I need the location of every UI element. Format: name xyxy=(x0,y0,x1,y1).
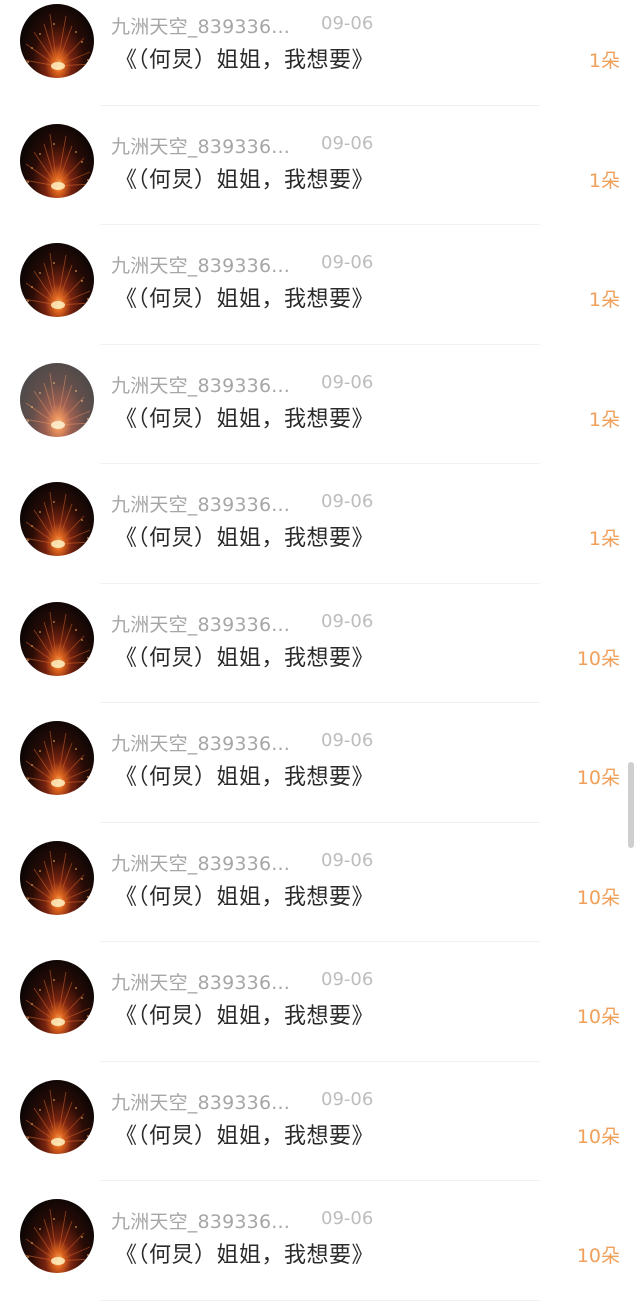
gift-title: 《（何炅）姐姐，我想要》 xyxy=(115,48,375,73)
flower-count: 1朵 xyxy=(588,169,620,192)
user-avatar[interactable] xyxy=(20,1199,94,1273)
flower-count: 1朵 xyxy=(588,50,620,72)
record-date: 09-06 xyxy=(321,371,374,393)
gift-title: 《（何炅）姐姐，我想要》 xyxy=(115,884,375,910)
user-avatar[interactable] xyxy=(20,482,94,556)
username[interactable]: 九洲天空_839336... xyxy=(111,1088,290,1115)
gift-record-item[interactable]: 九洲天空_839336... 09-06 《（何炅）姐姐，我想要》 10朵 xyxy=(0,823,640,942)
username[interactable]: 九洲天空_839336... xyxy=(111,12,290,39)
gift-title: 《（何炅）姐姐，我想要》 xyxy=(115,1243,375,1268)
flower-count: 10朵 xyxy=(576,647,620,670)
fireworks-icon xyxy=(23,491,93,548)
user-avatar[interactable] xyxy=(20,601,94,676)
username[interactable]: 九洲天空_839336... xyxy=(111,132,290,159)
record-date: 09-06 xyxy=(321,491,374,512)
gift-record-item[interactable]: 九洲天空_839336... 09-06 《（何炅）姐姐，我想要》 1朵 xyxy=(0,345,640,464)
fireworks-icon xyxy=(23,969,93,1026)
gift-title: 《（何炅）姐姐，我想要》 xyxy=(115,1004,375,1029)
username[interactable]: 九洲天空_839336... xyxy=(111,610,290,637)
scrollbar-thumb[interactable] xyxy=(628,762,634,848)
gift-title: 《（何炅）姐姐，我想要》 xyxy=(115,1123,375,1149)
fireworks-icon xyxy=(23,850,93,907)
user-avatar[interactable] xyxy=(20,123,94,198)
user-avatar[interactable] xyxy=(20,721,94,795)
user-avatar[interactable] xyxy=(20,4,94,78)
flower-count: 10朵 xyxy=(576,1245,620,1267)
fireworks-icon xyxy=(23,730,93,787)
record-date: 09-06 xyxy=(321,1088,374,1110)
flower-count: 10朵 xyxy=(576,767,620,789)
flower-count: 10朵 xyxy=(576,1006,620,1028)
username[interactable]: 九洲天空_839336... xyxy=(111,251,290,278)
user-avatar[interactable] xyxy=(20,362,94,437)
user-avatar[interactable] xyxy=(20,960,94,1034)
gift-record-item[interactable]: 九洲天空_839336... 09-06 《（何炅）姐姐，我想要》 1朵 xyxy=(0,106,640,225)
fireworks-icon xyxy=(23,1089,93,1146)
flower-count: 1朵 xyxy=(588,408,620,431)
record-date: 09-06 xyxy=(321,1208,374,1229)
username[interactable]: 九洲天空_839336... xyxy=(111,849,290,876)
gift-record-item[interactable]: 九洲天空_839336... 09-06 《（何炅）姐姐，我想要》 10朵 xyxy=(0,1181,640,1301)
gift-record-item[interactable]: 九洲天空_839336... 09-06 《（何炅）姐姐，我想要》 1朵 xyxy=(0,464,640,584)
gift-record-item[interactable]: 九洲天空_839336... 09-06 《（何炅）姐姐，我想要》 10朵 xyxy=(0,1062,640,1181)
gift-record-item[interactable]: 九洲天空_839336... 09-06 《（何炅）姐姐，我想要》 10朵 xyxy=(0,584,640,703)
record-date: 09-06 xyxy=(321,132,374,154)
flower-count: 10朵 xyxy=(576,1125,620,1148)
flower-count: 1朵 xyxy=(588,289,620,311)
gift-record-item[interactable]: 九洲天空_839336... 09-06 《（何炅）姐姐，我想要》 1朵 xyxy=(0,0,640,106)
fireworks-icon xyxy=(23,372,93,429)
row-divider xyxy=(100,1299,540,1301)
fireworks-icon xyxy=(23,133,93,190)
record-date: 09-06 xyxy=(321,969,374,990)
record-date: 09-06 xyxy=(321,13,374,34)
record-date: 09-06 xyxy=(321,252,374,273)
gift-record-list: 九洲天空_839336... 09-06 《（何炅）姐姐，我想要》 1朵 九洲天… xyxy=(0,0,640,1301)
fireworks-icon xyxy=(23,611,93,668)
username[interactable]: 九洲天空_839336... xyxy=(111,371,290,398)
gift-title: 《（何炅）姐姐，我想要》 xyxy=(115,765,375,790)
user-avatar[interactable] xyxy=(20,840,94,915)
gift-record-item[interactable]: 九洲天空_839336... 09-06 《（何炅）姐姐，我想要》 1朵 xyxy=(0,225,640,345)
gift-title: 《（何炅）姐姐，我想要》 xyxy=(115,167,375,193)
gift-title: 《（何炅）姐姐，我想要》 xyxy=(115,526,375,551)
record-date: 09-06 xyxy=(321,610,374,632)
flower-count: 1朵 xyxy=(588,528,620,550)
flower-count: 10朵 xyxy=(576,886,620,909)
gift-record-item[interactable]: 九洲天空_839336... 09-06 《（何炅）姐姐，我想要》 10朵 xyxy=(0,703,640,823)
fireworks-icon xyxy=(23,13,93,70)
record-date: 09-06 xyxy=(321,730,374,751)
user-avatar[interactable] xyxy=(20,1079,94,1154)
user-avatar[interactable] xyxy=(20,243,94,317)
username[interactable]: 九洲天空_839336... xyxy=(111,729,290,756)
username[interactable]: 九洲天空_839336... xyxy=(111,1207,290,1234)
username[interactable]: 九洲天空_839336... xyxy=(111,490,290,517)
gift-title: 《（何炅）姐姐，我想要》 xyxy=(115,406,375,432)
username[interactable]: 九洲天空_839336... xyxy=(111,968,290,995)
gift-title: 《（何炅）姐姐，我想要》 xyxy=(115,287,375,312)
fireworks-icon xyxy=(23,252,93,309)
gift-record-item[interactable]: 九洲天空_839336... 09-06 《（何炅）姐姐，我想要》 10朵 xyxy=(0,942,640,1062)
gift-title: 《（何炅）姐姐，我想要》 xyxy=(115,645,375,671)
fireworks-icon xyxy=(23,1208,93,1265)
record-date: 09-06 xyxy=(321,849,374,871)
